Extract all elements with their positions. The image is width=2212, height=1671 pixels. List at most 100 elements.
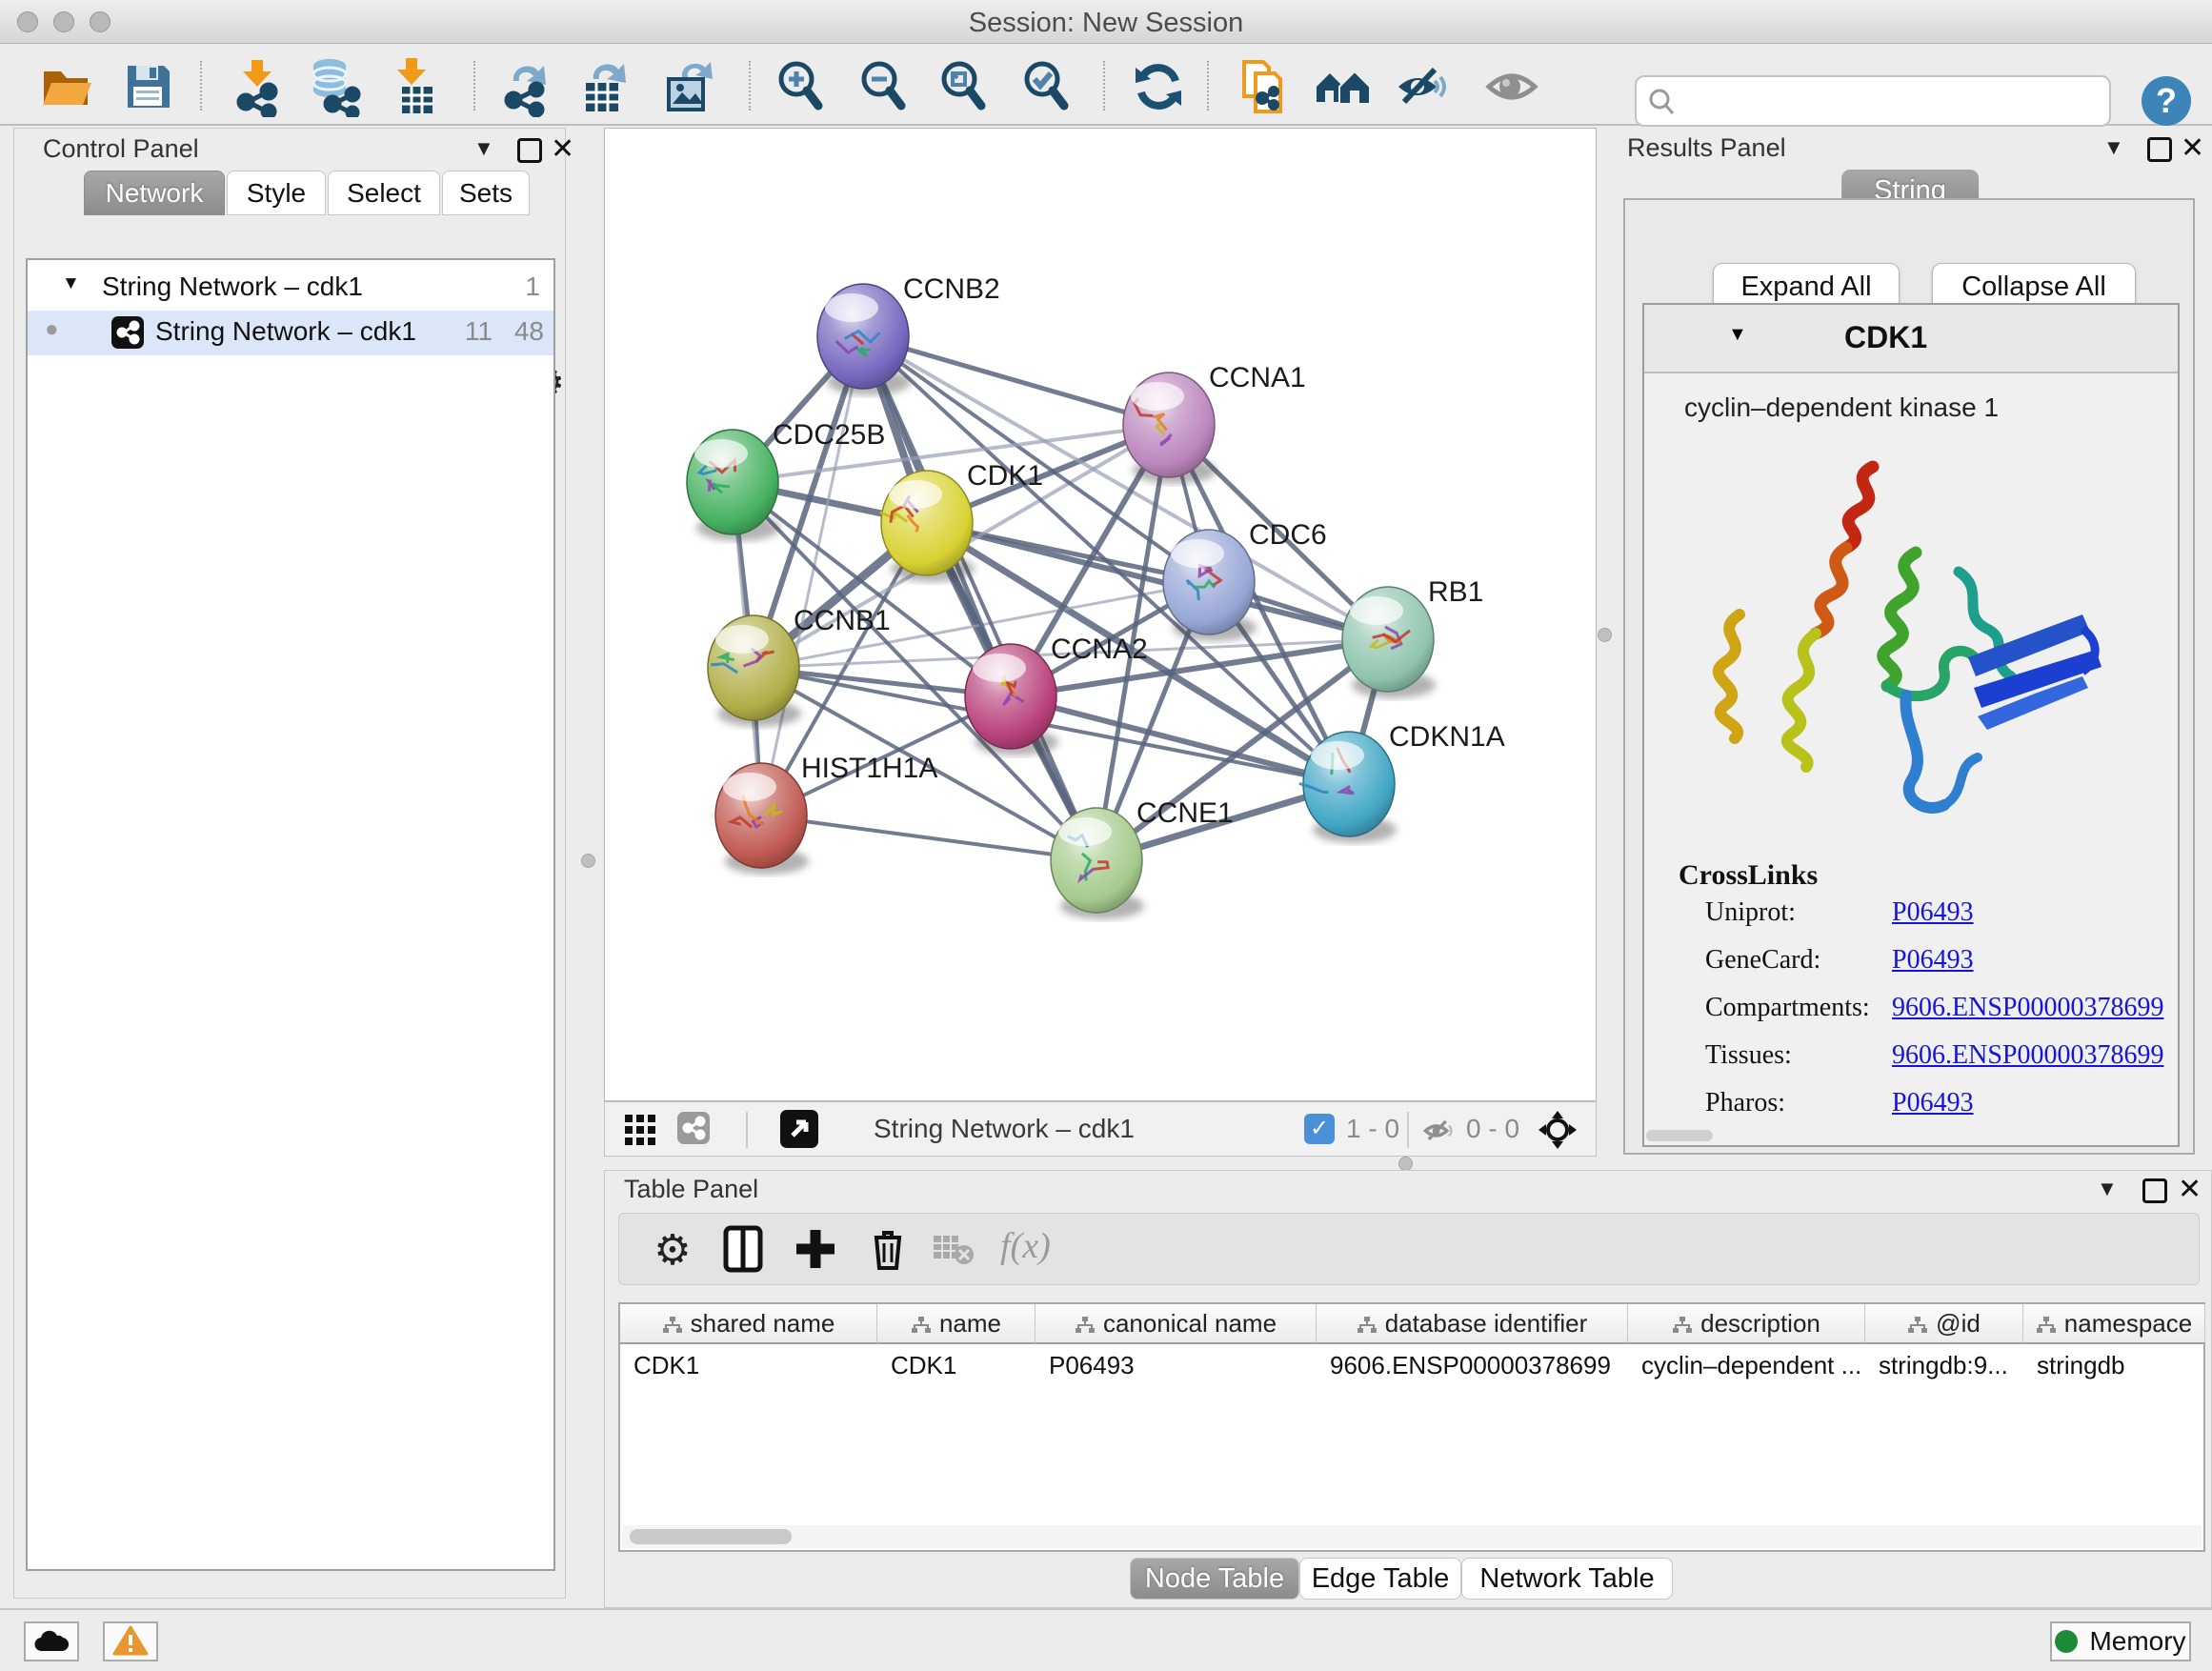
panel-float-icon[interactable] [517,138,542,163]
panel-close-icon[interactable]: ✕ [2178,1173,2202,1206]
node-label-CCNE1: CCNE1 [1136,797,1234,829]
card-scrollbar-thumb[interactable] [1646,1130,1713,1141]
panel-float-icon[interactable] [2147,137,2172,162]
panel-close-icon[interactable]: ✕ [551,132,574,166]
table-cell[interactable]: CDK1 [877,1346,1036,1384]
table-cell[interactable]: stringdb:9... [1865,1346,2023,1384]
column-header-shared-name[interactable]: shared name [620,1304,877,1344]
import-table-button[interactable] [385,56,446,117]
collapse-icon[interactable]: ▼ [1728,324,1747,346]
column-header-description[interactable]: description [1628,1304,1865,1344]
panel-menu-icon[interactable]: ▼ [473,136,494,161]
birdseye-icon[interactable] [1537,1109,1579,1151]
add-column-button[interactable] [787,1221,844,1278]
clone-network-button[interactable] [1233,56,1294,117]
footer-separator [746,1112,748,1148]
table-hscrollbar[interactable] [622,1525,2202,1548]
table-cell[interactable]: 9606.ENSP00000378699 [1317,1346,1628,1384]
node-CDC6[interactable]: CDC6 [1163,519,1327,641]
zoom-fit-button[interactable] [934,56,995,117]
network-label: String Network – cdk1 [155,316,416,347]
export-network-button[interactable] [494,56,555,117]
zoom-selected-button[interactable] [1016,56,1077,117]
panel-menu-icon[interactable]: ▼ [2097,1177,2118,1201]
column-header-id[interactable]: @id [1865,1304,2023,1344]
column-header-namespace[interactable]: namespace [2023,1304,2205,1344]
node-CCNE1[interactable]: CCNE1 [1051,797,1234,919]
crosslink-label: GeneCard: [1705,945,1820,976]
tab-style[interactable]: Style [227,171,326,215]
panel-float-icon[interactable] [2142,1178,2167,1203]
network-canvas[interactable]: CCNB2CCNA1CDC25BCDK1CDC6RB1CCNB1CCNA2CDK… [604,128,1597,1101]
toolbar-separator [749,61,751,111]
panel-close-icon[interactable]: ✕ [2181,131,2204,165]
tab-sets[interactable]: Sets [442,171,530,215]
search-input[interactable] [1688,81,2098,121]
tab-network-table[interactable]: Network Table [1461,1558,1673,1600]
tab-node-table[interactable]: Node Table [1130,1558,1299,1600]
grid-view-icon[interactable] [624,1114,658,1148]
tab-network[interactable]: Network [84,171,225,215]
first-neighbors-button[interactable] [1313,56,1374,117]
node-table[interactable]: shared namenamecanonical namedatabase id… [618,1302,2205,1552]
hide-selected-button[interactable] [1393,56,1454,117]
protein-card-header[interactable]: ▼ CDK1 [1644,305,2178,373]
tab-edge-table[interactable]: Edge Table [1299,1558,1461,1600]
show-all-button[interactable] [1481,56,1542,117]
cloud-button[interactable] [24,1621,79,1661]
crosslink-link[interactable]: P06493 [1892,945,1974,976]
node-CCNA2[interactable]: CCNA2 [965,634,1148,755]
help-button[interactable]: ? [2142,76,2191,126]
crosslink-link[interactable]: 9606.ENSP00000378699 [1892,1040,2163,1071]
table-cell[interactable]: cyclin–dependent ... [1628,1346,1865,1384]
import-network-file-button[interactable] [227,56,288,117]
table-cell[interactable]: stringdb [2023,1346,2205,1384]
selected-checkbox-icon[interactable]: ✓ [1304,1114,1335,1144]
left-splitter-handle[interactable] [581,854,595,868]
table-settings-gear-icon[interactable]: ⚙ [644,1221,701,1278]
apply-layout-button[interactable] [1128,56,1189,117]
crosslink-link[interactable]: P06493 [1892,1088,1974,1118]
zoom-out-button[interactable] [854,56,915,117]
node-RB1[interactable]: RB1 [1342,576,1483,698]
show-columns-button[interactable] [714,1221,772,1278]
string-network-graph[interactable]: CCNB2CCNA1CDC25BCDK1CDC6RB1CCNB1CCNA2CDK… [605,129,1596,1100]
table-cell[interactable]: P06493 [1036,1346,1317,1384]
save-session-button[interactable] [118,56,179,117]
crosslink-link[interactable]: 9606.ENSP00000378699 [1892,993,2163,1023]
column-header-canonical-name[interactable]: canonical name [1036,1304,1317,1344]
crosslink-link[interactable]: P06493 [1892,897,1974,928]
warning-button[interactable] [103,1621,158,1661]
network-collection-row[interactable]: ▼ String Network – cdk1 1 [28,266,553,311]
current-network-bullet: ● [45,316,59,343]
open-session-button[interactable] [36,56,97,117]
zoom-in-button[interactable] [771,56,832,117]
delete-column-button[interactable] [859,1221,916,1278]
network-badge-icon[interactable] [677,1112,710,1144]
column-header-database-identifier[interactable]: database identifier [1317,1304,1628,1344]
edge-CCNE1-HIST1H1A[interactable] [761,815,1096,860]
memory-button[interactable]: Memory [2050,1621,2191,1661]
node-CCNB1[interactable]: CCNB1 [708,605,891,727]
tab-select[interactable]: Select [328,171,440,215]
node-CCNA1[interactable]: CCNA1 [1123,362,1306,484]
node-CDKN1A[interactable]: CDKN1A [1299,721,1505,843]
tree-expander-icon[interactable]: ▼ [62,273,80,294]
import-network-database-button[interactable] [305,56,366,117]
edge-CCNB2-HIST1H1A[interactable] [761,336,863,815]
node-CDK1[interactable]: CDK1 [880,460,1043,582]
node-label-CCNB1: CCNB1 [794,605,891,636]
export-image-button[interactable] [657,56,718,117]
network-row-selected[interactable]: ● String Network – cdk1 11 48 [28,311,553,355]
export-table-button[interactable] [573,56,633,117]
hscroll-thumb[interactable] [630,1529,792,1544]
node-label-CDK1: CDK1 [967,460,1043,492]
node-HIST1H1A[interactable]: HIST1H1A [715,753,937,875]
clone-network-icon [1233,56,1294,117]
bottom-splitter-handle[interactable] [1398,1157,1413,1171]
column-header-name[interactable]: name [877,1304,1036,1344]
panel-menu-icon[interactable]: ▼ [2103,135,2124,160]
table-cell[interactable]: CDK1 [620,1346,877,1384]
open-in-window-icon[interactable] [780,1110,818,1148]
network-collection-label: String Network – cdk1 [102,272,363,302]
